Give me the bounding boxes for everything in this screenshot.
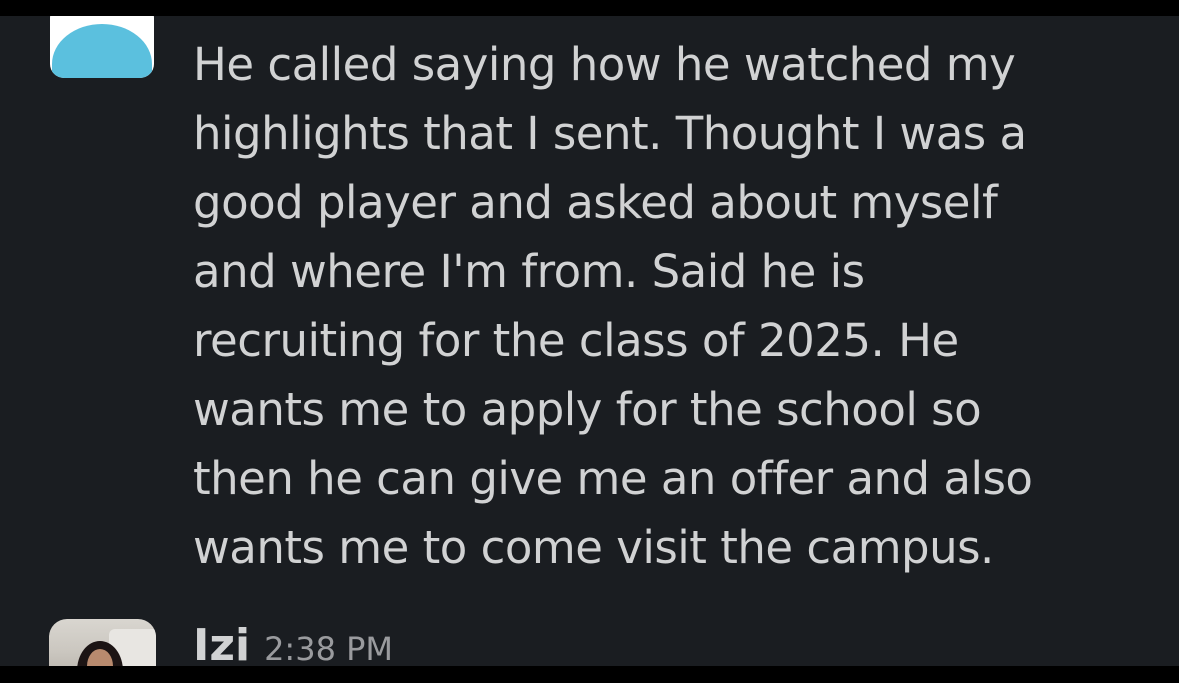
message-header: Izi 2:38 PM xyxy=(193,620,393,666)
avatar-shoulders-shape xyxy=(52,24,152,78)
user-photo-avatar[interactable] xyxy=(49,619,156,666)
chat-screen: He called saying how he watched my highl… xyxy=(0,16,1179,666)
message-timestamp[interactable]: 2:38 PM xyxy=(264,630,393,666)
message-body: He called saying how he watched my highl… xyxy=(193,38,1033,574)
sender-name[interactable]: Izi xyxy=(193,620,250,666)
default-user-avatar-icon[interactable] xyxy=(50,16,154,78)
